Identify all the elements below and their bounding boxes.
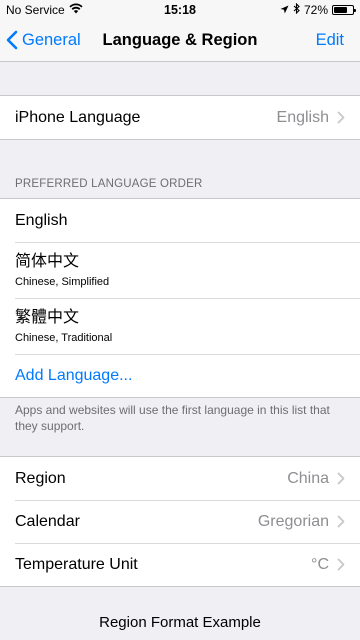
iphone-language-row[interactable]: iPhone Language English [0, 96, 360, 139]
battery-fill [334, 7, 347, 13]
temperature-unit-value: °C [311, 555, 329, 573]
calendar-label: Calendar [15, 512, 80, 530]
region-row[interactable]: Region China [0, 457, 360, 500]
language-item-english[interactable]: English [0, 199, 360, 242]
chevron-right-icon [337, 515, 345, 528]
temperature-unit-row[interactable]: Temperature Unit °C [0, 543, 360, 586]
language-subtitle: Chinese, Traditional [15, 331, 113, 344]
preferred-language-header: PREFERRED LANGUAGE ORDER [15, 178, 203, 190]
add-language-label: Add Language... [15, 366, 133, 384]
chevron-right-icon [337, 111, 345, 124]
temperature-unit-label: Temperature Unit [15, 555, 138, 573]
language-title: 简体中文 [15, 252, 80, 270]
location-arrow-icon [280, 3, 289, 17]
calendar-value: Gregorian [257, 512, 329, 530]
iphone-language-group: iPhone Language English [0, 95, 360, 140]
preferred-language-group: English 简体中文 Chinese, Simplified 繁體中文 Ch… [0, 198, 360, 398]
status-right: 72% [280, 2, 356, 17]
chevron-right-icon [337, 472, 345, 485]
chevron-left-icon [6, 30, 18, 50]
language-item-chinese-simplified[interactable]: 简体中文 Chinese, Simplified [0, 242, 360, 298]
chevron-right-icon [337, 558, 345, 571]
language-title: 繁體中文 [15, 308, 80, 326]
edit-button[interactable]: Edit [316, 31, 344, 50]
add-language-button[interactable]: Add Language... [0, 354, 360, 397]
back-label: General [22, 30, 81, 49]
bluetooth-icon [293, 2, 300, 17]
language-subtitle: Chinese, Simplified [15, 275, 110, 288]
region-format-example-title: Region Format Example [99, 614, 261, 631]
calendar-row[interactable]: Calendar Gregorian [0, 500, 360, 543]
status-bar: No Service 15:18 72% [0, 0, 360, 22]
language-item-chinese-traditional[interactable]: 繁體中文 Chinese, Traditional [0, 298, 360, 354]
preferred-language-footer: Apps and websites will use the first lan… [15, 403, 330, 433]
region-label: Region [15, 469, 66, 487]
battery-percent: 72% [303, 3, 328, 17]
region-value: China [287, 469, 329, 487]
navigation-bar: General Language & Region Edit [0, 22, 360, 62]
language-title: English [15, 211, 68, 229]
back-button[interactable]: General [6, 30, 81, 50]
region-settings-group: Region China Calendar Gregorian Temperat… [0, 456, 360, 587]
iphone-language-value: English [276, 108, 329, 126]
battery-icon [332, 5, 356, 15]
iphone-language-label: iPhone Language [15, 108, 141, 126]
